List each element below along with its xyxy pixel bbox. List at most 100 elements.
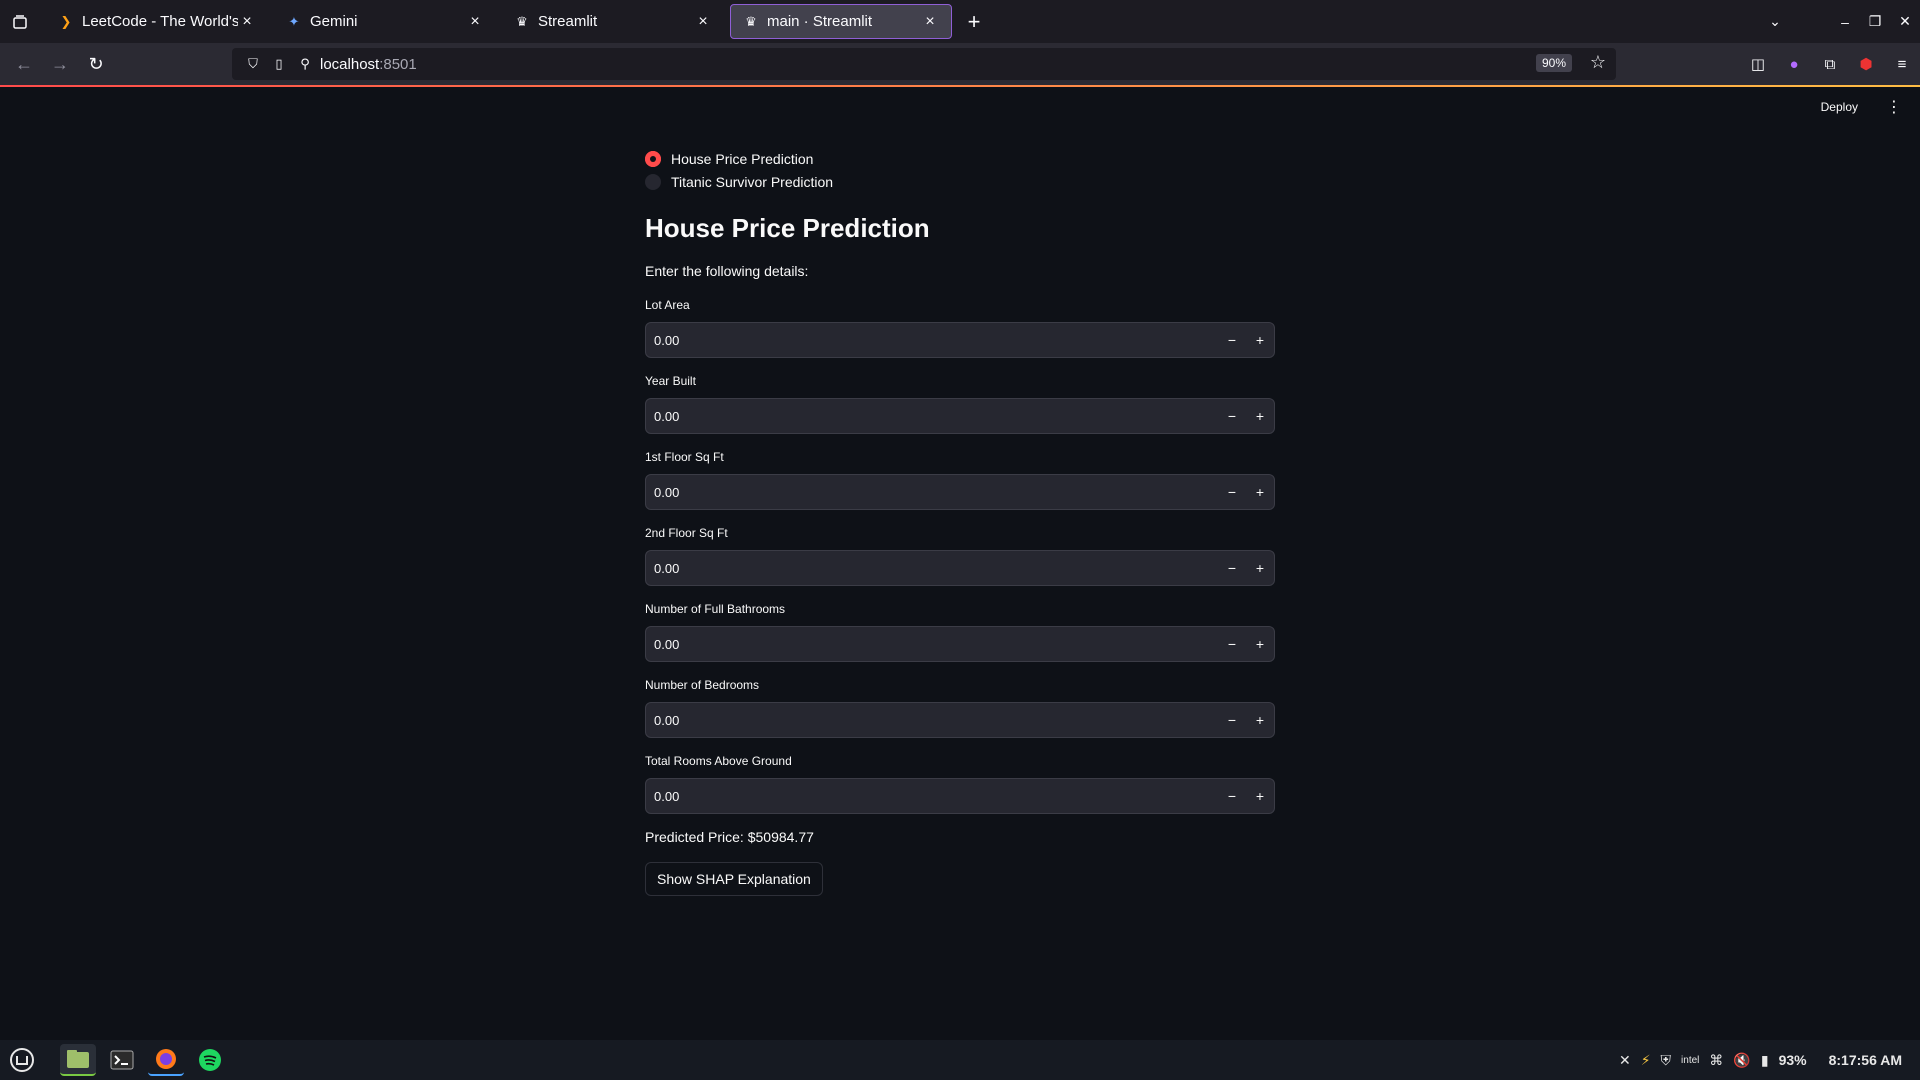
number-input[interactable]: 0.00 − + bbox=[645, 702, 1275, 738]
power-icon[interactable]: ⚡ bbox=[1641, 1052, 1651, 1069]
input-value[interactable]: 0.00 bbox=[646, 789, 1218, 804]
field-label: Total Rooms Above Ground bbox=[645, 754, 792, 768]
close-icon[interactable]: × bbox=[238, 13, 256, 31]
number-input[interactable]: 0.00 − + bbox=[645, 474, 1275, 510]
increment-button[interactable]: + bbox=[1246, 408, 1274, 424]
close-icon[interactable]: × bbox=[921, 13, 939, 31]
predicted-price: Predicted Price: $50984.77 bbox=[645, 829, 814, 845]
profile-icon[interactable]: ● bbox=[1776, 56, 1812, 73]
radio-selected-icon[interactable] bbox=[645, 151, 661, 167]
streamlit-icon: ♛ bbox=[745, 13, 757, 29]
increment-button[interactable]: + bbox=[1246, 788, 1274, 804]
close-icon[interactable]: ✕ bbox=[1619, 1052, 1631, 1069]
tab-gemini[interactable]: ✦ Gemini × bbox=[274, 4, 496, 39]
back-icon[interactable]: ← bbox=[6, 48, 42, 80]
increment-button[interactable]: + bbox=[1246, 484, 1274, 500]
decrement-button[interactable]: − bbox=[1218, 484, 1246, 500]
url-port: :8501 bbox=[379, 55, 417, 73]
input-value[interactable]: 0.00 bbox=[646, 713, 1218, 728]
permissions-icon[interactable]: ⚲ bbox=[294, 56, 316, 72]
field-lot-area: Lot Area 0.00 − + bbox=[645, 298, 1275, 358]
decrement-button[interactable]: − bbox=[1218, 636, 1246, 652]
increment-button[interactable]: + bbox=[1246, 636, 1274, 652]
radio-option-house[interactable]: House Price Prediction bbox=[645, 151, 813, 167]
spotify-icon[interactable] bbox=[192, 1044, 228, 1076]
field-label: 1st Floor Sq Ft bbox=[645, 450, 724, 464]
url-bar[interactable]: ⛉ ▯ ⚲ localhost :8501 90% ☆ bbox=[232, 48, 1616, 80]
field-label: Lot Area bbox=[645, 298, 690, 312]
firefox-icon[interactable] bbox=[148, 1044, 184, 1076]
field-full-bathrooms: Number of Full Bathrooms 0.00 − + bbox=[645, 602, 1275, 662]
list-tabs-icon[interactable]: ⌄ bbox=[1760, 13, 1790, 30]
tab-title: Gemini bbox=[310, 13, 358, 30]
field-year-built: Year Built 0.00 − + bbox=[645, 374, 1275, 434]
field-label: Number of Bedrooms bbox=[645, 678, 760, 692]
decrement-button[interactable]: − bbox=[1218, 788, 1246, 804]
new-tab-button[interactable]: + bbox=[956, 4, 992, 39]
restore-icon[interactable]: ❐ bbox=[1860, 13, 1890, 30]
forward-icon[interactable]: → bbox=[42, 48, 78, 80]
network-icon[interactable]: ⌘ bbox=[1709, 1052, 1723, 1069]
mint-menu-icon[interactable] bbox=[4, 1044, 40, 1076]
close-icon[interactable]: × bbox=[694, 13, 712, 31]
number-input[interactable]: 0.00 − + bbox=[645, 550, 1275, 586]
extensions-icon[interactable]: ⧉ bbox=[1812, 56, 1848, 73]
tab-overview-icon[interactable] bbox=[0, 0, 40, 43]
close-icon[interactable]: × bbox=[466, 13, 484, 31]
reload-icon[interactable]: ↻ bbox=[78, 48, 114, 80]
increment-button[interactable]: + bbox=[1246, 712, 1274, 728]
tab-streamlit[interactable]: ♛ Streamlit × bbox=[502, 4, 724, 39]
toolbar-right: ◫ ● ⧉ ⬢ ≡ bbox=[1740, 43, 1920, 85]
radio-unselected-icon[interactable] bbox=[645, 174, 661, 190]
zoom-level[interactable]: 90% bbox=[1535, 54, 1572, 72]
increment-button[interactable]: + bbox=[1246, 332, 1274, 348]
volume-muted-icon[interactable]: 🔇 bbox=[1733, 1052, 1750, 1069]
input-value[interactable]: 0.00 bbox=[646, 333, 1218, 348]
clock[interactable]: 8:17:56 AM bbox=[1829, 1052, 1902, 1068]
pocket-icon[interactable]: ◫ bbox=[1740, 55, 1776, 73]
close-window-icon[interactable]: ✕ bbox=[1890, 13, 1920, 30]
decrement-button[interactable]: − bbox=[1218, 408, 1246, 424]
taskbar: ✕ ⚡ ⛨ intel ⌘ 🔇 ▮ 93% 8:17:56 AM bbox=[0, 1040, 1920, 1080]
show-shap-button[interactable]: Show SHAP Explanation bbox=[645, 862, 823, 896]
number-input[interactable]: 0.00 − + bbox=[645, 322, 1275, 358]
number-input[interactable]: 0.00 − + bbox=[645, 398, 1275, 434]
tab-main-streamlit[interactable]: ♛ main · Streamlit × bbox=[730, 4, 952, 39]
streamlit-app: Deploy ⋮ House Price Prediction Titanic … bbox=[0, 87, 1920, 1040]
deploy-button[interactable]: Deploy bbox=[1821, 100, 1858, 114]
nav-bar: ← → ↻ ⛉ ▯ ⚲ localhost :8501 90% ☆ ◫ ● ⧉ … bbox=[0, 43, 1920, 85]
increment-button[interactable]: + bbox=[1246, 560, 1274, 576]
decrement-button[interactable]: − bbox=[1218, 332, 1246, 348]
minimize-icon[interactable]: – bbox=[1830, 14, 1860, 30]
page-title: House Price Prediction bbox=[645, 213, 930, 243]
decrement-button[interactable]: − bbox=[1218, 712, 1246, 728]
number-input[interactable]: 0.00 − + bbox=[645, 778, 1275, 814]
battery-percent: 93% bbox=[1778, 1052, 1807, 1068]
radio-label: Titanic Survivor Prediction bbox=[671, 174, 834, 190]
shield-icon[interactable]: ⛨ bbox=[1661, 1052, 1672, 1069]
input-value[interactable]: 0.00 bbox=[646, 485, 1218, 500]
battery-icon[interactable]: ▮ bbox=[1761, 1052, 1769, 1069]
bookmark-star-icon[interactable]: ☆ bbox=[1590, 52, 1606, 73]
tab-leetcode[interactable]: ❯ LeetCode - The World's L × bbox=[46, 4, 268, 39]
main-menu-icon[interactable]: ⋮ bbox=[1886, 97, 1902, 117]
intel-icon[interactable]: intel bbox=[1681, 1055, 1699, 1066]
terminal-icon[interactable] bbox=[104, 1044, 140, 1076]
shield-icon[interactable]: ⛉ bbox=[242, 56, 264, 72]
streamlit-icon: ♛ bbox=[516, 13, 528, 29]
field-bedrooms: Number of Bedrooms 0.00 − + bbox=[645, 678, 1275, 738]
field-2nd-floor: 2nd Floor Sq Ft 0.00 − + bbox=[645, 526, 1275, 586]
input-value[interactable]: 0.00 bbox=[646, 409, 1218, 424]
decrement-button[interactable]: − bbox=[1218, 560, 1246, 576]
radio-option-titanic[interactable]: Titanic Survivor Prediction bbox=[645, 174, 833, 190]
ublock-icon[interactable]: ⬢ bbox=[1848, 55, 1884, 73]
leetcode-icon: ❯ bbox=[60, 13, 72, 29]
url-host: localhost bbox=[320, 55, 380, 73]
tab-title: LeetCode - The World's L bbox=[82, 13, 238, 30]
file-manager-icon[interactable] bbox=[60, 1044, 96, 1076]
tab-title: Streamlit bbox=[538, 13, 598, 30]
number-input[interactable]: 0.00 − + bbox=[645, 626, 1275, 662]
input-value[interactable]: 0.00 bbox=[646, 561, 1218, 576]
menu-icon[interactable]: ≡ bbox=[1884, 56, 1920, 73]
input-value[interactable]: 0.00 bbox=[646, 637, 1218, 652]
